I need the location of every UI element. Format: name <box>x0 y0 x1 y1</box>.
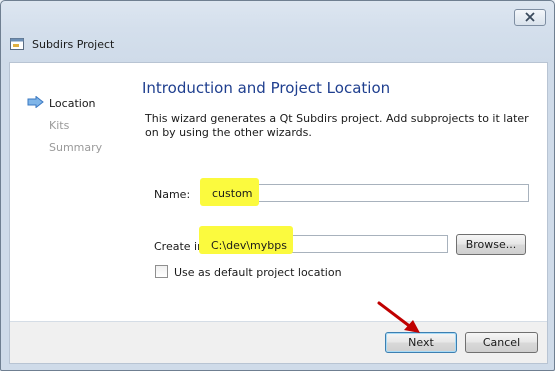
cancel-button[interactable]: Cancel <box>465 332 538 353</box>
page-description: This wizard generates a Qt Subdirs proje… <box>145 112 529 139</box>
wizard-window: Subdirs Project Location Kits Summary In… <box>0 0 555 371</box>
sidebar-step-location: Location <box>49 97 96 110</box>
page-title: Introduction and Project Location <box>142 79 391 97</box>
close-button[interactable] <box>514 9 546 26</box>
create-in-value: C:\dev\mybps <box>211 239 287 252</box>
sidebar-step-kits: Kits <box>49 119 70 132</box>
name-label: Name: <box>154 188 191 201</box>
default-location-label: Use as default project location <box>174 266 342 279</box>
default-location-checkbox[interactable] <box>155 265 168 278</box>
wizard-sidebar: Location Kits Summary <box>10 63 140 321</box>
close-icon <box>525 12 535 22</box>
step-arrow-icon <box>27 96 44 108</box>
name-value: custom <box>212 187 253 200</box>
wizard-footer: Next Cancel <box>10 322 547 363</box>
window-icon <box>10 38 24 50</box>
wizard-content: Location Kits Summary Introduction and P… <box>9 62 548 364</box>
sidebar-step-summary: Summary <box>49 141 103 154</box>
window-title: Subdirs Project <box>32 38 115 51</box>
browse-button[interactable]: Browse... <box>456 234 526 255</box>
red-arrow-annotation-icon <box>377 301 420 333</box>
